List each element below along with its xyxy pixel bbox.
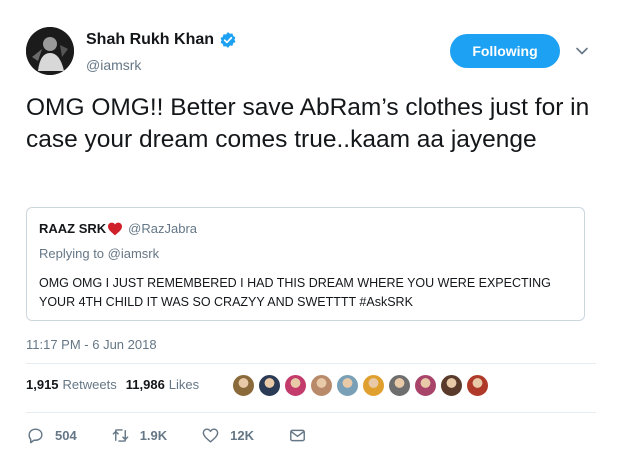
like-action[interactable]: 12K (201, 426, 254, 445)
like-count: 12K (230, 428, 255, 443)
quoted-handle: @RazJabra (128, 221, 198, 236)
reply-icon (28, 428, 43, 444)
quoted-text: OMG OMG I JUST REMEMBERED I HAD THIS DRE… (39, 276, 551, 309)
author-display-name[interactable]: Shah Rukh Khan (86, 31, 214, 49)
direct-message-action[interactable] (288, 426, 307, 445)
author-name-row: Shah Rukh Khan (86, 31, 237, 49)
tweet-timestamp[interactable]: 11:17 PM - 6 Jun 2018 (26, 337, 157, 352)
retweets-count[interactable]: 1,915 (26, 377, 59, 392)
liker-avatar[interactable] (336, 374, 359, 397)
quoted-tweet[interactable]: RAAZ SRK @RazJabra Replying to @iamsrk O… (26, 207, 585, 321)
tweet-header: Shah Rukh Khan @iamsrk Following (26, 27, 596, 79)
chevron-down-icon[interactable] (572, 41, 592, 61)
divider (26, 363, 596, 364)
author-avatar[interactable] (26, 27, 74, 75)
likes-count[interactable]: 11,986 (126, 377, 165, 392)
reply-count: 504 (55, 428, 77, 443)
liker-avatar[interactable] (258, 374, 281, 397)
retweet-icon (112, 429, 129, 442)
tweet-actions: 504 1.9K 12K (26, 426, 307, 445)
divider (26, 412, 596, 413)
author-handle[interactable]: @iamsrk (86, 57, 141, 73)
liker-avatar[interactable] (466, 374, 489, 397)
liker-avatar[interactable] (388, 374, 411, 397)
quoted-author-row: RAAZ SRK @RazJabra (39, 221, 197, 236)
quoted-replying-to: Replying to @iamsrk (39, 246, 160, 261)
liker-avatar[interactable] (440, 374, 463, 397)
retweet-action[interactable]: 1.9K (111, 426, 167, 445)
liker-avatar[interactable] (362, 374, 385, 397)
verified-badge-icon (220, 32, 236, 48)
reply-action[interactable]: 504 (26, 426, 77, 445)
retweets-label[interactable]: Retweets (63, 377, 117, 392)
liker-avatar[interactable] (232, 374, 255, 397)
quoted-display-name: RAAZ SRK (39, 221, 107, 236)
likers-avatars (232, 374, 489, 397)
liker-avatar[interactable] (414, 374, 437, 397)
heart-emoji-icon (108, 222, 123, 235)
liker-avatar[interactable] (310, 374, 333, 397)
tweet-text: OMG OMG!! Better save AbRam’s clothes ju… (26, 94, 590, 153)
heart-icon (202, 428, 219, 443)
likes-label[interactable]: Likes (169, 377, 199, 392)
envelope-icon (290, 429, 305, 442)
retweet-count: 1.9K (139, 428, 168, 443)
liker-avatar[interactable] (284, 374, 307, 397)
tweet-stats: 1,915 Retweets 11,986 Likes (26, 377, 208, 392)
following-button[interactable]: Following (450, 34, 560, 68)
